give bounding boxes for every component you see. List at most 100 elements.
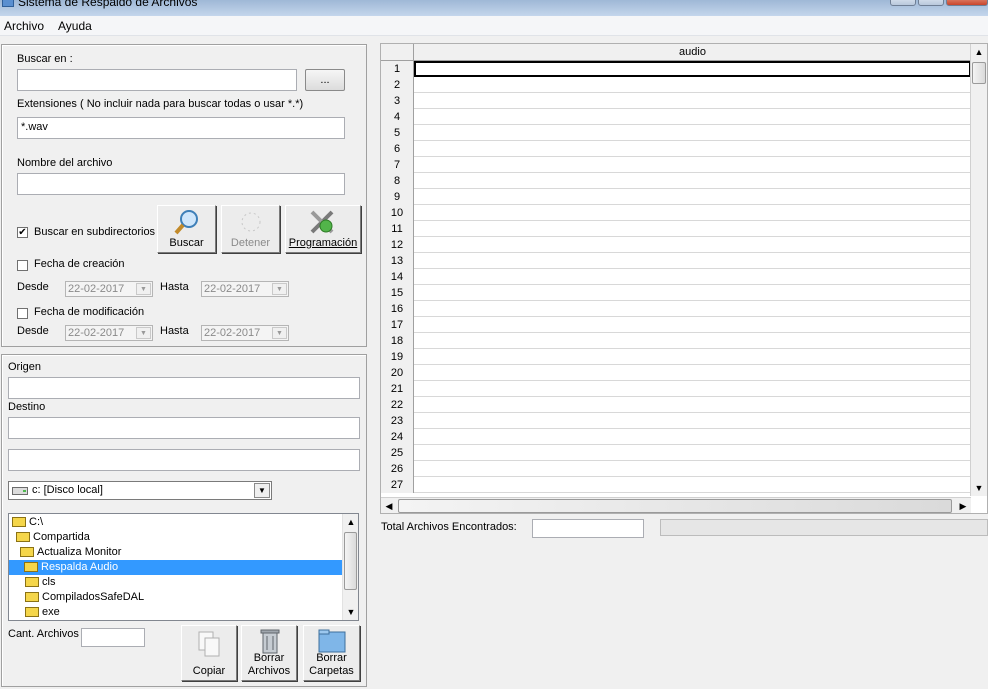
grid-cell[interactable]	[414, 413, 971, 429]
borrar-carpetas-button[interactable]: Borrar Carpetas	[303, 625, 360, 681]
detener-button[interactable]: Detener	[221, 205, 280, 253]
row-number[interactable]: 12	[381, 237, 414, 253]
row-number[interactable]: 27	[381, 477, 414, 493]
row-number[interactable]: 7	[381, 157, 414, 173]
grid-cell[interactable]	[414, 189, 971, 205]
minimize-button[interactable]	[890, 0, 916, 6]
row-number[interactable]: 10	[381, 205, 414, 221]
row-number[interactable]: 16	[381, 301, 414, 317]
total-archivos-input[interactable]	[532, 519, 644, 538]
grid-row[interactable]: 7	[381, 157, 971, 173]
nombre-archivo-input[interactable]	[17, 173, 345, 195]
creacion-checkbox[interactable]	[17, 260, 28, 271]
grid-cell[interactable]	[414, 237, 971, 253]
grid-row[interactable]: 9	[381, 189, 971, 205]
modificacion-checkbox[interactable]	[17, 308, 28, 319]
row-number[interactable]: 20	[381, 365, 414, 381]
scroll-up-icon[interactable]: ▲	[343, 514, 358, 530]
grid-cell[interactable]	[414, 477, 971, 493]
grid-row[interactable]: 2	[381, 77, 971, 93]
grid-cell[interactable]	[414, 301, 971, 317]
row-number[interactable]: 11	[381, 221, 414, 237]
column-header-audio[interactable]: audio	[414, 46, 971, 58]
row-number[interactable]: 14	[381, 269, 414, 285]
row-number[interactable]: 1	[381, 61, 414, 77]
grid-cell[interactable]	[414, 429, 971, 445]
grid-row[interactable]: 11	[381, 221, 971, 237]
row-number[interactable]: 2	[381, 77, 414, 93]
grid-cell[interactable]	[414, 397, 971, 413]
row-number[interactable]: 24	[381, 429, 414, 445]
row-number[interactable]: 8	[381, 173, 414, 189]
row-number[interactable]: 22	[381, 397, 414, 413]
tree-item[interactable]: Actualiza Monitor	[20, 545, 121, 560]
tree-item[interactable]: cls	[25, 575, 55, 590]
grid-cell[interactable]	[414, 333, 971, 349]
cant-archivos-input[interactable]	[81, 628, 145, 647]
borrar-archivos-button[interactable]: Borrar Archivos	[241, 625, 297, 681]
tree-item[interactable]: exe	[25, 605, 60, 620]
buscar-button[interactable]: Buscar	[157, 205, 216, 253]
grid-row[interactable]: 14	[381, 269, 971, 285]
grid-cell[interactable]	[414, 141, 971, 157]
origen-input[interactable]	[8, 377, 360, 399]
scroll-left-icon[interactable]: ◀	[381, 498, 397, 513]
row-number[interactable]: 15	[381, 285, 414, 301]
destino-input[interactable]	[8, 417, 360, 439]
close-button[interactable]	[946, 0, 988, 6]
folder-tree[interactable]: C:\ Compartida Actualiza Monitor Respald…	[8, 513, 359, 621]
tree-item[interactable]: CompiladosSafeDAL	[25, 590, 144, 605]
grid-row[interactable]: 19	[381, 349, 971, 365]
grid-cell[interactable]	[414, 173, 971, 189]
row-number[interactable]: 25	[381, 445, 414, 461]
grid-cell[interactable]	[414, 77, 971, 93]
grid-row[interactable]: 17	[381, 317, 971, 333]
grid-cell[interactable]	[414, 109, 971, 125]
grid-cell[interactable]	[414, 221, 971, 237]
grid-row[interactable]: 8	[381, 173, 971, 189]
row-number[interactable]: 5	[381, 125, 414, 141]
row-number[interactable]: 19	[381, 349, 414, 365]
maximize-button[interactable]	[918, 0, 944, 6]
row-number[interactable]: 17	[381, 317, 414, 333]
grid-row[interactable]: 10	[381, 205, 971, 221]
row-number[interactable]: 9	[381, 189, 414, 205]
grid-row[interactable]: 6	[381, 141, 971, 157]
mod-desde-picker[interactable]: 22-02-2017 ▼	[65, 325, 153, 341]
scrollbar-thumb[interactable]	[398, 499, 952, 513]
grid-cell[interactable]	[414, 461, 971, 477]
grid-row[interactable]: 25	[381, 445, 971, 461]
grid-row[interactable]: 20	[381, 365, 971, 381]
grid-row[interactable]: 1	[381, 61, 971, 77]
chevron-down-icon[interactable]: ▼	[254, 483, 270, 498]
copiar-button[interactable]: Copiar	[181, 625, 237, 681]
tree-item-selected[interactable]: Respalda Audio	[9, 560, 343, 575]
grid-row[interactable]: 18	[381, 333, 971, 349]
creacion-desde-picker[interactable]: 22-02-2017 ▼	[65, 281, 153, 297]
tree-item[interactable]: C:\	[12, 515, 43, 530]
grid-vertical-scrollbar[interactable]: ▲ ▼	[970, 44, 987, 496]
scroll-down-icon[interactable]: ▼	[343, 604, 358, 620]
grid-row[interactable]: 22	[381, 397, 971, 413]
grid-horizontal-scrollbar[interactable]: ◀ ▶	[381, 497, 971, 513]
tree-scrollbar[interactable]: ▲ ▼	[342, 514, 358, 620]
grid-row[interactable]: 24	[381, 429, 971, 445]
scroll-up-icon[interactable]: ▲	[971, 44, 987, 60]
browse-button[interactable]: ...	[305, 69, 345, 91]
grid-row[interactable]: 5	[381, 125, 971, 141]
grid-cell[interactable]	[414, 365, 971, 381]
menu-ayuda[interactable]: Ayuda	[58, 19, 92, 33]
row-number[interactable]: 4	[381, 109, 414, 125]
grid-cell[interactable]	[414, 93, 971, 109]
grid-row[interactable]: 27	[381, 477, 971, 493]
grid-row[interactable]: 23	[381, 413, 971, 429]
scrollbar-thumb[interactable]	[972, 62, 986, 84]
row-number[interactable]: 23	[381, 413, 414, 429]
grid-row[interactable]: 16	[381, 301, 971, 317]
row-number[interactable]: 3	[381, 93, 414, 109]
results-grid[interactable]: audio 1 2 3 4 5 6 7 8 9 10 11 12 13 14 15 16 17 18 19 20 21 2…	[380, 43, 988, 514]
grid-row[interactable]: 15	[381, 285, 971, 301]
grid-row[interactable]: 13	[381, 253, 971, 269]
grid-cell[interactable]	[414, 253, 971, 269]
drive-select[interactable]: c: [Disco local] ▼	[8, 481, 272, 500]
